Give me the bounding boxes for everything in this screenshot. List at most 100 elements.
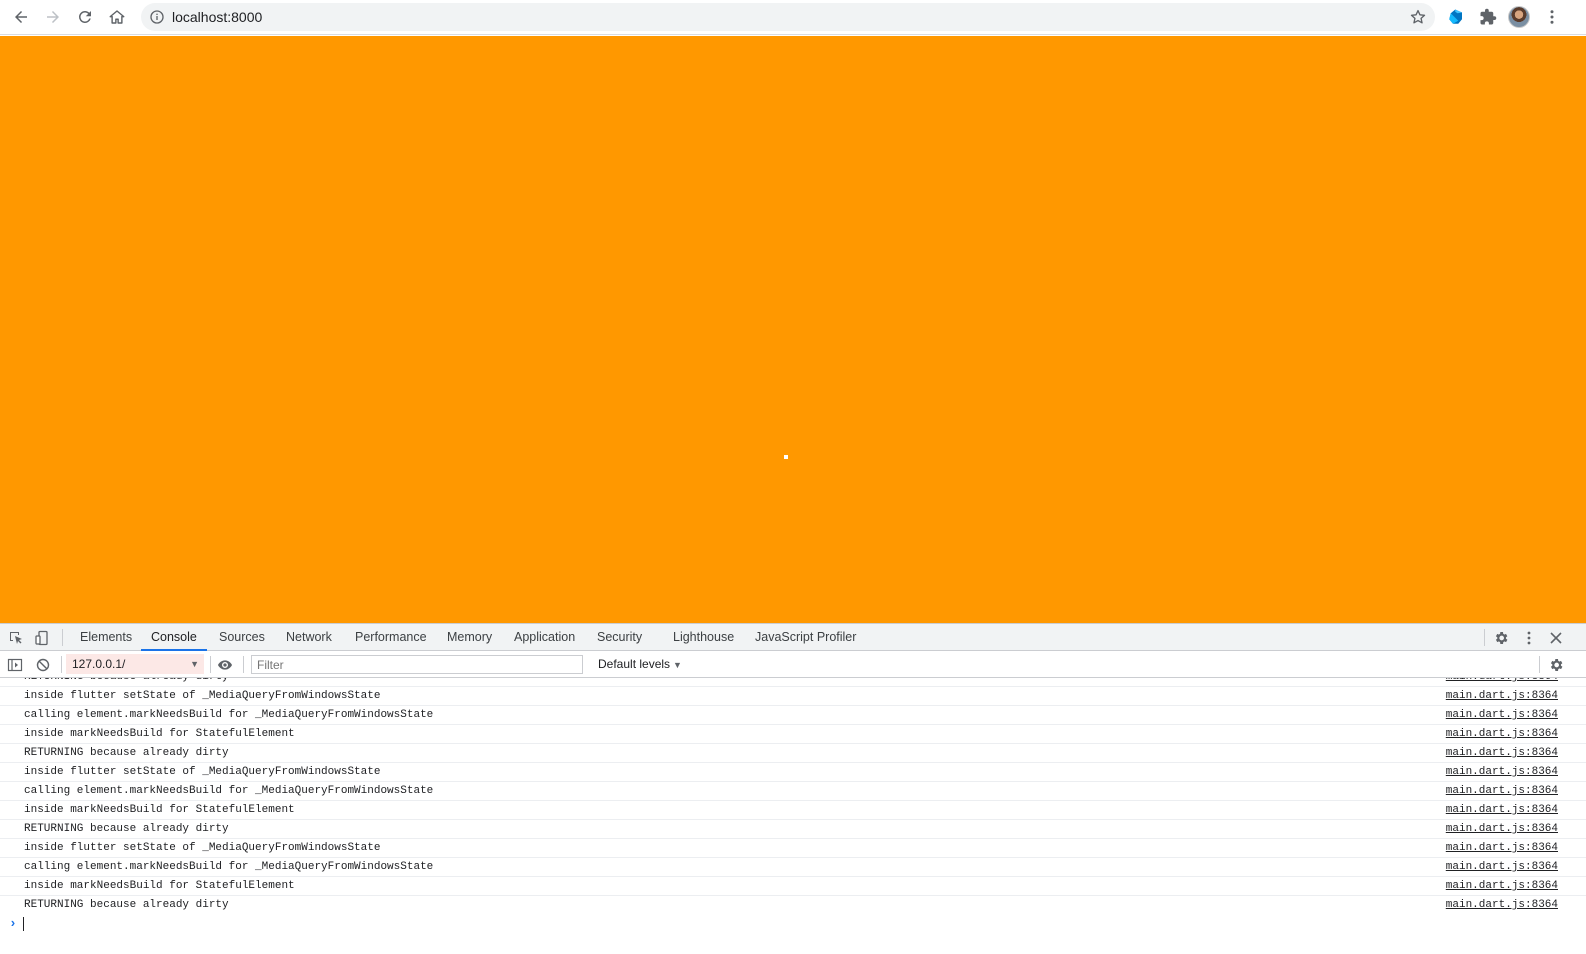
- source-link[interactable]: main.dart.js:8364: [1446, 858, 1558, 876]
- console-message: RETURNING because already dirty main.dar…: [0, 896, 1586, 914]
- clear-console-button[interactable]: [34, 656, 52, 674]
- browser-toolbar: localhost:8000: [0, 0, 1586, 35]
- console-messages[interactable]: RETURNING because already dirty main.dar…: [0, 678, 1586, 914]
- toolbar-separator: [61, 656, 62, 673]
- console-message: inside flutter setState of _MediaQueryFr…: [0, 687, 1586, 706]
- source-link[interactable]: main.dart.js:8364: [1446, 725, 1558, 743]
- close-icon: [1550, 632, 1562, 644]
- console-message: inside markNeedsBuild for StatefulElemen…: [0, 801, 1586, 820]
- devtools-more-button[interactable]: [1520, 629, 1538, 647]
- message-text: RETURNING because already dirty: [24, 678, 229, 686]
- extensions-puzzle-icon: [1480, 8, 1497, 25]
- home-button[interactable]: [104, 4, 130, 30]
- message-text: inside flutter setState of _MediaQueryFr…: [24, 842, 381, 854]
- gear-icon: [1550, 659, 1563, 671]
- toolbar-separator: [210, 656, 211, 673]
- source-link[interactable]: main.dart.js:8364: [1446, 763, 1558, 781]
- devtools-tab-bar: Elements Console Sources Network Perform…: [0, 624, 1586, 651]
- message-text: calling element.markNeedsBuild for _Medi…: [24, 861, 434, 873]
- profile-avatar[interactable]: [1508, 6, 1530, 28]
- log-levels-dropdown[interactable]: Default levels ▼: [598, 651, 682, 678]
- dart-extension-icon: [1449, 9, 1462, 24]
- reload-button[interactable]: [72, 4, 98, 30]
- inspect-element-icon: [10, 632, 22, 644]
- tab-memory[interactable]: Memory: [446, 624, 493, 651]
- tab-separator: [62, 629, 63, 646]
- clear-console-icon: [36, 658, 50, 672]
- loading-indicator: [784, 455, 788, 459]
- eye-icon: [218, 660, 232, 670]
- console-prompt[interactable]: ›: [0, 914, 1586, 934]
- source-link[interactable]: main.dart.js:8364: [1446, 706, 1558, 724]
- tab-security[interactable]: Security: [596, 624, 643, 651]
- back-button[interactable]: [8, 4, 34, 30]
- devtools-settings-button[interactable]: [1492, 629, 1510, 647]
- message-text: calling element.markNeedsBuild for _Medi…: [24, 785, 434, 797]
- show-sidebar-button[interactable]: [6, 656, 24, 674]
- message-text: RETURNING because already dirty: [24, 899, 229, 911]
- browser-menu-button[interactable]: [1540, 5, 1564, 29]
- devtools-panel: Elements Console Sources Network Perform…: [0, 623, 1586, 954]
- source-link[interactable]: main.dart.js:8364: [1446, 687, 1558, 705]
- source-link[interactable]: main.dart.js:8364: [1446, 782, 1558, 800]
- javascript-context-select[interactable]: 127.0.0.1/ ▼: [66, 654, 204, 674]
- message-text: inside markNeedsBuild for StatefulElemen…: [24, 880, 295, 892]
- message-text: RETURNING because already dirty: [24, 747, 229, 759]
- console-message: RETURNING because already dirty main.dar…: [0, 744, 1586, 763]
- tab-console[interactable]: Console: [141, 624, 207, 651]
- reload-icon: [78, 10, 91, 23]
- back-icon: [15, 11, 27, 23]
- prompt-chevron-icon: ›: [9, 916, 17, 931]
- inspect-element-button[interactable]: [7, 629, 25, 647]
- log-levels-label: Default levels: [598, 657, 671, 671]
- url-text[interactable]: localhost:8000: [172, 3, 262, 31]
- tab-application[interactable]: Application: [513, 624, 576, 651]
- source-link[interactable]: main.dart.js:8364: [1446, 877, 1558, 895]
- home-icon: [109, 10, 125, 24]
- console-message: RETURNING because already dirty main.dar…: [0, 820, 1586, 839]
- toolbar-separator: [1539, 656, 1540, 673]
- console-message: calling element.markNeedsBuild for _Medi…: [0, 858, 1586, 877]
- console-message: calling element.markNeedsBuild for _Medi…: [0, 706, 1586, 725]
- console-message: calling element.markNeedsBuild for _Medi…: [0, 782, 1586, 801]
- live-expression-button[interactable]: [216, 656, 234, 674]
- info-icon[interactable]: [149, 9, 165, 25]
- context-value: 127.0.0.1/: [72, 657, 126, 671]
- address-bar[interactable]: localhost:8000: [141, 3, 1435, 31]
- tab-separator: [1484, 629, 1485, 646]
- tab-javascript-profiler[interactable]: JavaScript Profiler: [754, 624, 857, 651]
- tab-network[interactable]: Network: [285, 624, 333, 651]
- message-text: inside markNeedsBuild for StatefulElemen…: [24, 728, 295, 740]
- source-link[interactable]: main.dart.js:8364: [1446, 896, 1558, 914]
- source-link[interactable]: main.dart.js:8364: [1446, 839, 1558, 857]
- console-message: inside flutter setState of _MediaQueryFr…: [0, 763, 1586, 782]
- source-link[interactable]: main.dart.js:8364: [1446, 820, 1558, 838]
- console-filter-input[interactable]: [251, 655, 583, 674]
- toolbar-separator: [243, 656, 244, 673]
- gear-icon: [1495, 632, 1508, 644]
- tab-sources[interactable]: Sources: [218, 624, 266, 651]
- dart-extension-button[interactable]: [1444, 5, 1468, 29]
- console-settings-button[interactable]: [1547, 656, 1565, 674]
- extensions-button[interactable]: [1476, 5, 1500, 29]
- message-text: calling element.markNeedsBuild for _Medi…: [24, 709, 434, 721]
- message-text: RETURNING because already dirty: [24, 823, 229, 835]
- source-link[interactable]: main.dart.js:8364: [1446, 744, 1558, 762]
- devtools-close-button[interactable]: [1547, 629, 1565, 647]
- console-message-partial: RETURNING because already dirty main.dar…: [0, 678, 1586, 687]
- vertical-dots-icon: [1527, 631, 1531, 645]
- text-caret: [23, 917, 24, 931]
- forward-button[interactable]: [40, 4, 66, 30]
- tab-performance[interactable]: Performance: [354, 624, 428, 651]
- console-message: inside markNeedsBuild for StatefulElemen…: [0, 877, 1586, 896]
- sidebar-toggle-icon: [7, 658, 23, 672]
- tab-elements[interactable]: Elements: [79, 624, 133, 651]
- page-viewport[interactable]: [0, 36, 1586, 623]
- device-toolbar-button[interactable]: [33, 629, 51, 647]
- console-toolbar: 127.0.0.1/ ▼ Default levels▼: [0, 651, 1586, 678]
- source-link[interactable]: main.dart.js:8364: [1446, 801, 1558, 819]
- tab-lighthouse[interactable]: Lighthouse: [672, 624, 735, 651]
- source-link[interactable]: main.dart.js:8364: [1446, 678, 1558, 686]
- dropdown-triangle-icon: ▼: [190, 659, 199, 669]
- bookmark-star-icon[interactable]: [1409, 8, 1427, 26]
